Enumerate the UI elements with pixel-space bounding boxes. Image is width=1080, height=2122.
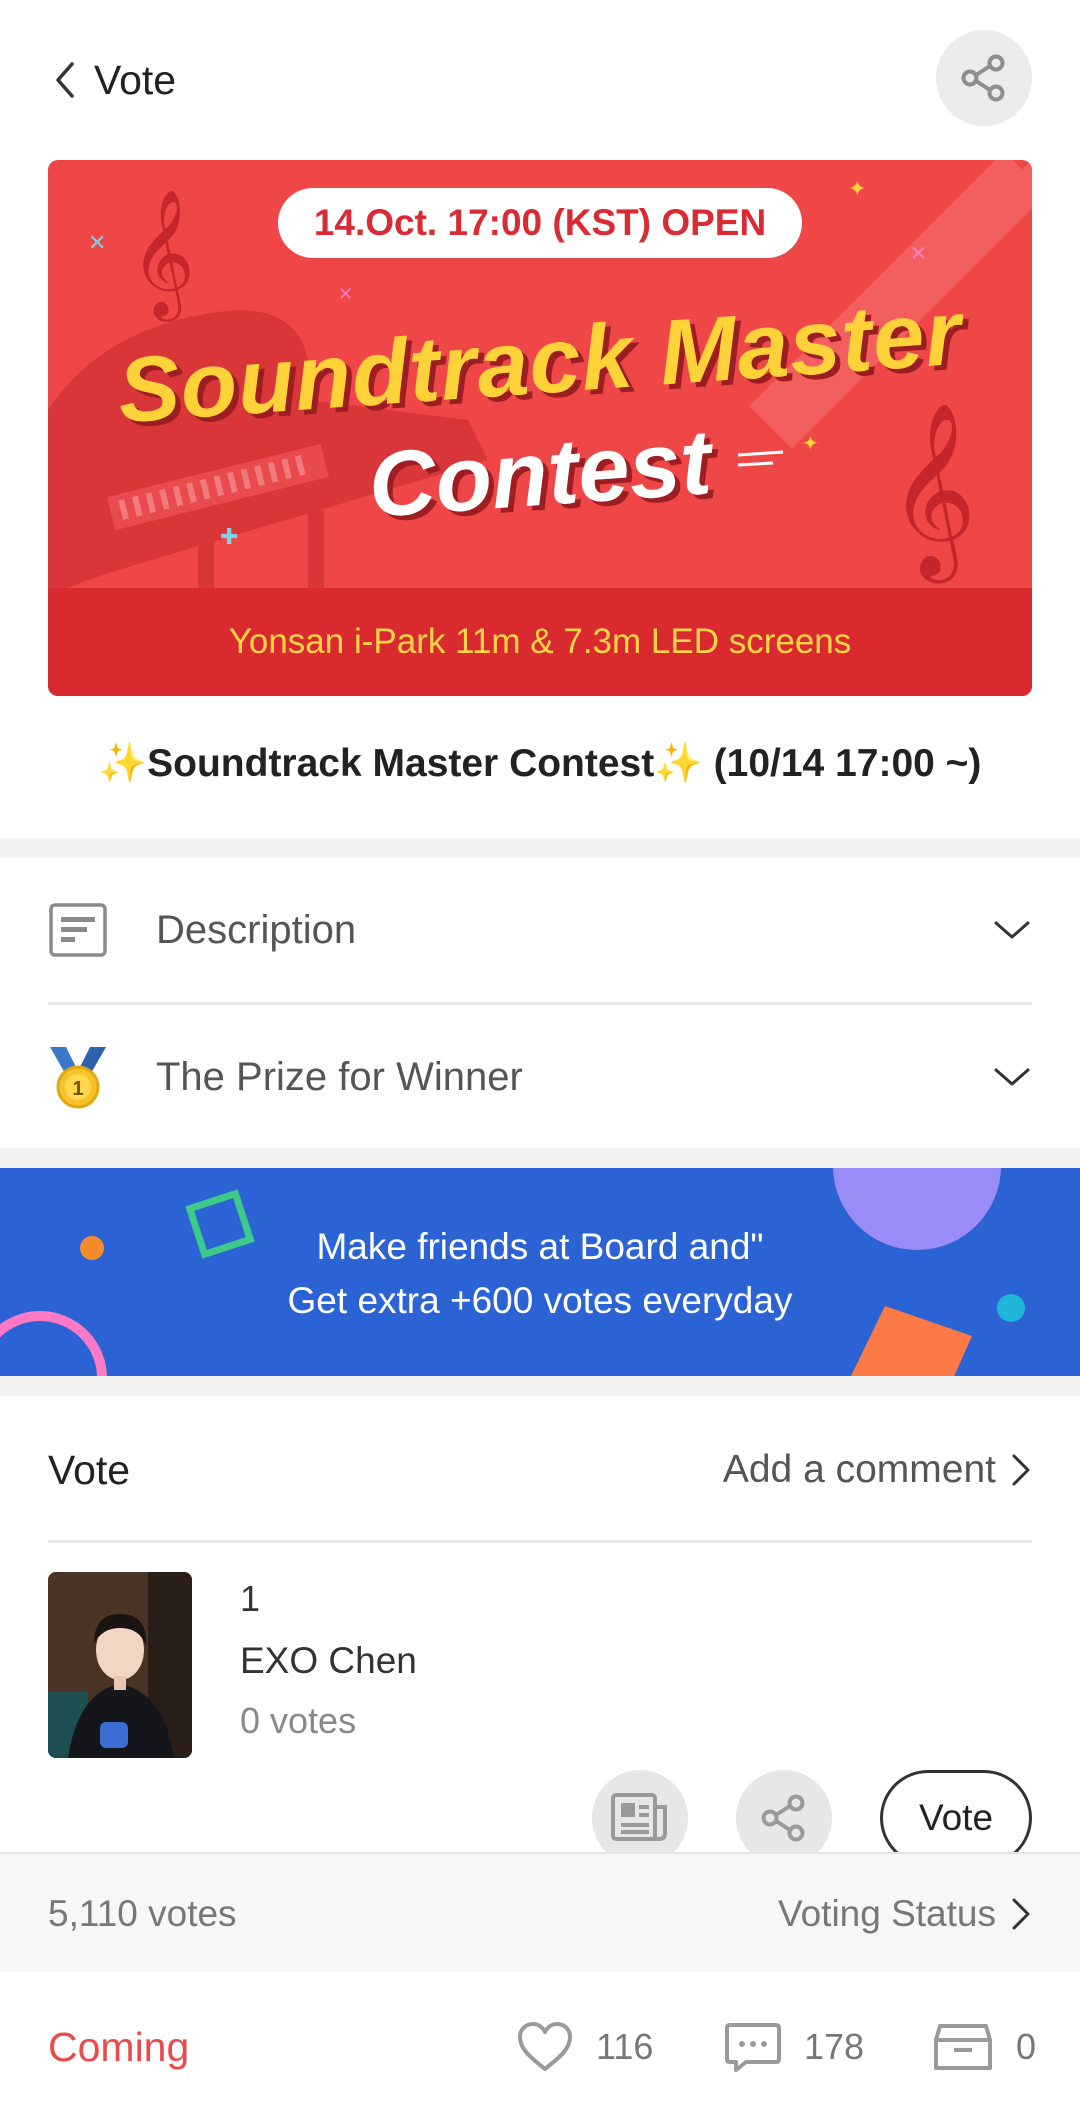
candidate-photo[interactable] bbox=[48, 1572, 192, 1758]
sparkles-icon: ✨ bbox=[654, 742, 703, 785]
add-comment-label: Add a comment bbox=[722, 1448, 996, 1491]
header: Vote bbox=[0, 0, 1080, 160]
svg-text:1: 1 bbox=[72, 1078, 83, 1100]
svg-text:✦: ✦ bbox=[848, 177, 866, 202]
chevron-right-icon bbox=[1012, 1898, 1030, 1930]
promo-line1: Make friends at Board and" bbox=[316, 1226, 764, 1267]
like-stat[interactable]: 116 bbox=[516, 1972, 653, 2122]
prize-row[interactable]: 1 The Prize for Winner bbox=[48, 1005, 1032, 1149]
like-count: 116 bbox=[596, 2026, 654, 2067]
vote-state: Coming bbox=[48, 2023, 190, 2070]
promo-text: Make friends at Board and" Get extra +60… bbox=[0, 1220, 1080, 1328]
candidate-name: EXO Chen bbox=[240, 1640, 417, 1681]
candidate-rank: 1 bbox=[240, 1578, 261, 1619]
box-count: 0 bbox=[1016, 2026, 1037, 2067]
vote-heading-text: Soundtrack Master Contest bbox=[147, 742, 655, 785]
share-icon bbox=[761, 1794, 805, 1842]
voting-status-link[interactable]: Voting Status bbox=[778, 1854, 1032, 1974]
vote-heading: ✨Soundtrack Master Contest✨ (10/14 17:00… bbox=[0, 740, 1080, 786]
back-button[interactable]: Vote bbox=[48, 48, 176, 112]
medal-icon: 1 bbox=[48, 1047, 108, 1109]
candidate-votes: 0 votes bbox=[240, 1700, 357, 1741]
prize-label: The Prize for Winner bbox=[156, 1054, 523, 1099]
comment-count: 178 bbox=[804, 2026, 865, 2067]
box-stat[interactable]: 0 bbox=[932, 1972, 1036, 2122]
vote-schedule: (10/14 17:00 ~) bbox=[713, 742, 982, 785]
vote-section-header: Vote Add a comment bbox=[48, 1400, 1032, 1540]
event-banner[interactable]: 𝄞 𝄞 ✕ ✕ ✦ ✕ ✦ ✚ 14.Oct. 17:00 (KST) OPEN… bbox=[48, 160, 1032, 696]
chevron-right-icon bbox=[1012, 1454, 1030, 1486]
banner-date-badge: 14.Oct. 17:00 (KST) OPEN bbox=[278, 188, 802, 258]
footer-bar: Coming 116 178 0 bbox=[0, 1972, 1080, 2122]
candidate-avatar bbox=[48, 1572, 192, 1758]
svg-text:𝄞: 𝄞 bbox=[130, 188, 195, 322]
chevron-down-icon[interactable] bbox=[992, 915, 1032, 945]
svg-text:✕: ✕ bbox=[338, 284, 353, 305]
share-button[interactable] bbox=[936, 30, 1032, 126]
total-votes: 5,110 votes bbox=[48, 1893, 237, 1934]
add-comment-link[interactable]: Add a comment bbox=[723, 1448, 1032, 1492]
banner-footer-text: Yonsan i-Park 11m & 7.3m LED screens bbox=[48, 588, 1032, 696]
promo-line2: Get extra +600 votes everyday bbox=[287, 1280, 793, 1321]
divider bbox=[48, 1540, 1032, 1543]
voting-status-label: Voting Status bbox=[777, 1893, 996, 1934]
section-separator bbox=[0, 1376, 1080, 1396]
vote-status-bar: 5,110 votes Voting Status bbox=[0, 1852, 1080, 1972]
archive-box-icon bbox=[934, 2024, 992, 2070]
chevron-left-icon bbox=[56, 62, 74, 98]
section-separator bbox=[0, 838, 1080, 858]
promo-banner[interactable]: Make friends at Board and" Get extra +60… bbox=[0, 1168, 1080, 1376]
description-label: Description bbox=[156, 907, 357, 952]
description-row[interactable]: Description bbox=[48, 858, 1032, 1002]
sparkles-icon: ✨ bbox=[98, 742, 148, 785]
newspaper-icon bbox=[611, 1793, 667, 1841]
share-icon bbox=[961, 54, 1005, 102]
vote-section-title: Vote bbox=[48, 1446, 131, 1493]
page-title: Vote bbox=[94, 56, 177, 103]
heart-icon bbox=[518, 2022, 572, 2071]
svg-text:✕: ✕ bbox=[88, 231, 106, 256]
document-icon bbox=[48, 900, 108, 960]
section-separator bbox=[0, 1148, 1080, 1168]
svg-text:✕: ✕ bbox=[910, 241, 927, 265]
chevron-down-icon[interactable] bbox=[992, 1062, 1032, 1092]
comment-icon bbox=[725, 2023, 781, 2072]
comment-stat[interactable]: 178 bbox=[724, 1972, 864, 2122]
